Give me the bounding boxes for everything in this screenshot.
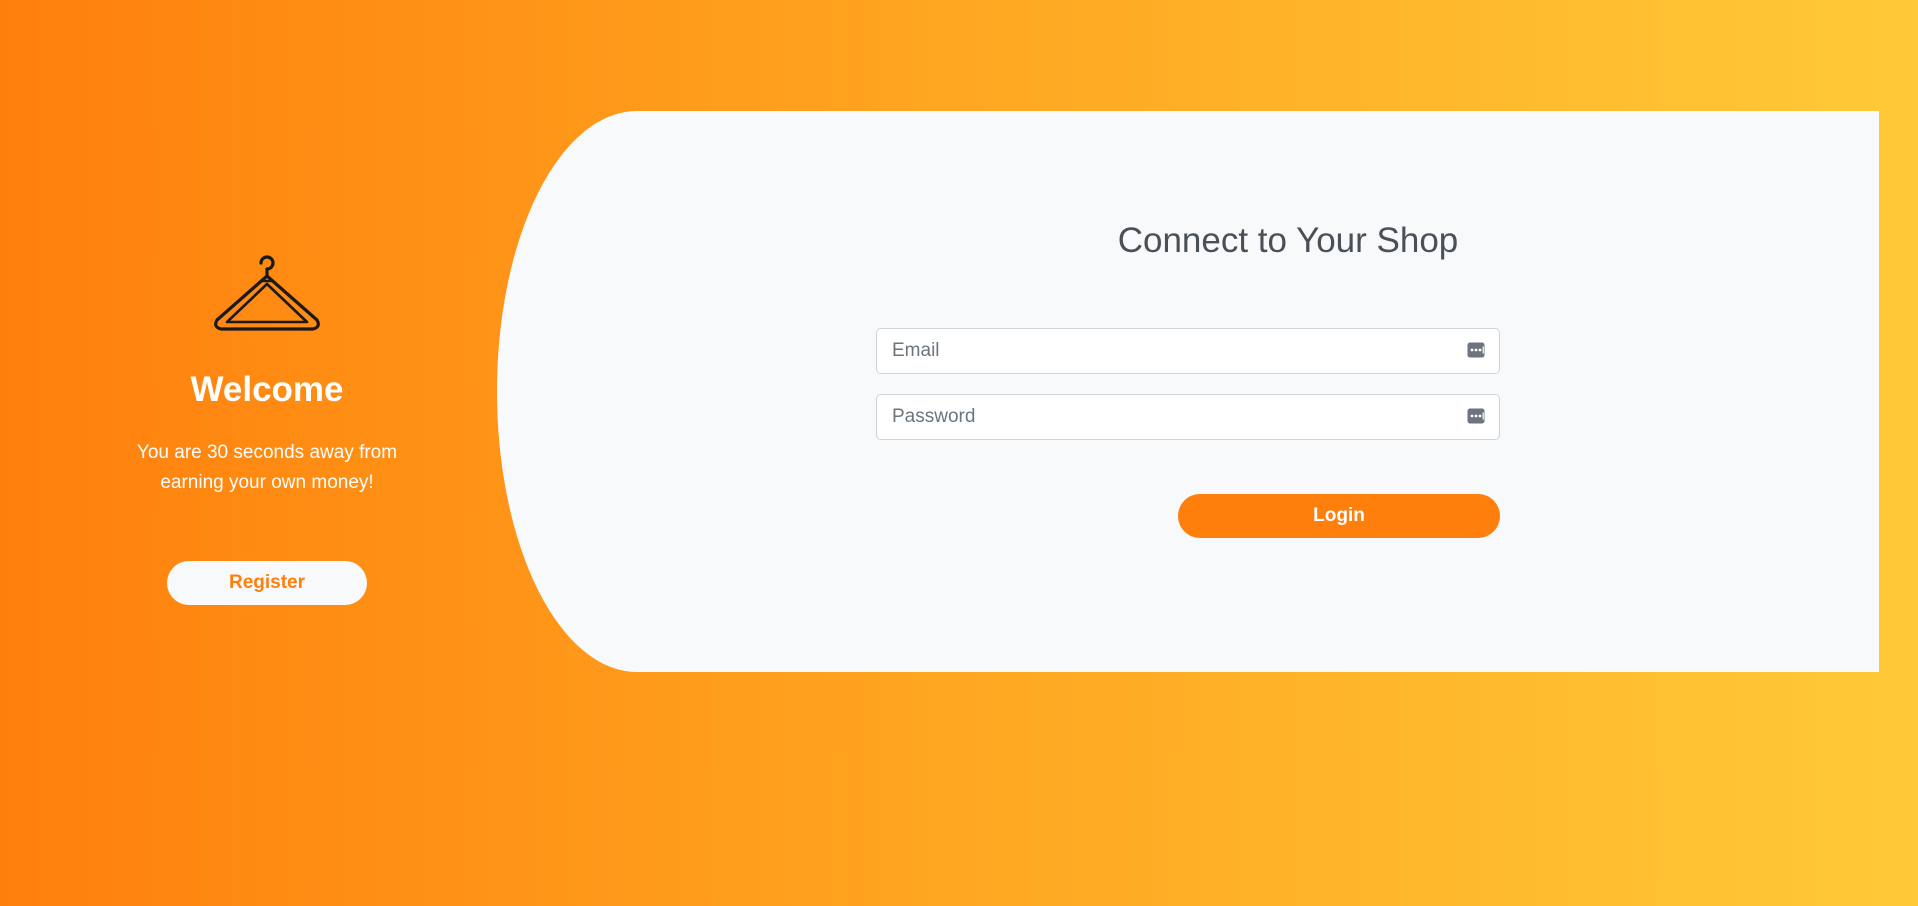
email-field[interactable]	[877, 329, 1499, 373]
login-button[interactable]: Login	[1178, 494, 1500, 538]
autofill-key-icon[interactable]	[1467, 341, 1485, 359]
password-field[interactable]	[877, 395, 1499, 439]
welcome-title: Welcome	[190, 370, 344, 409]
email-field-wrapper	[876, 328, 1500, 374]
welcome-text: You are 30 seconds away from earning you…	[136, 442, 398, 493]
hanger-icon	[214, 255, 320, 331]
welcome-panel: Welcome You are 30 seconds away from ear…	[110, 250, 424, 605]
login-card: Connect to Your Shop Login	[497, 111, 1879, 672]
register-button[interactable]: Register	[167, 561, 367, 605]
autofill-key-icon[interactable]	[1467, 407, 1485, 425]
password-field-wrapper	[876, 394, 1500, 440]
login-title: Connect to Your Shop	[1117, 221, 1459, 260]
